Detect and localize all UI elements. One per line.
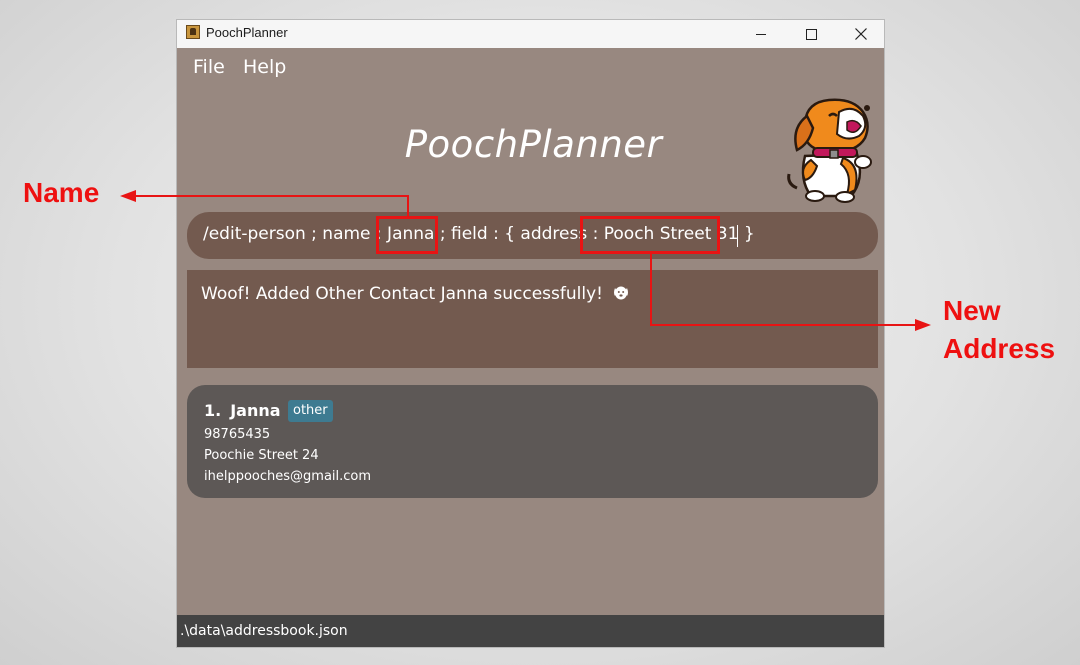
address-arrow-head [915, 319, 931, 331]
name-arrow-line [132, 195, 409, 216]
address-annotation-label: New Address [943, 292, 1055, 368]
address-annotation-line2: Address [943, 333, 1056, 364]
annotation-arrows [120, 190, 931, 331]
address-annotation-line1: New [943, 295, 1001, 326]
name-arrow-head [120, 190, 136, 202]
name-annotation-label: Name [23, 177, 100, 208]
address-arrow-line [650, 254, 918, 326]
